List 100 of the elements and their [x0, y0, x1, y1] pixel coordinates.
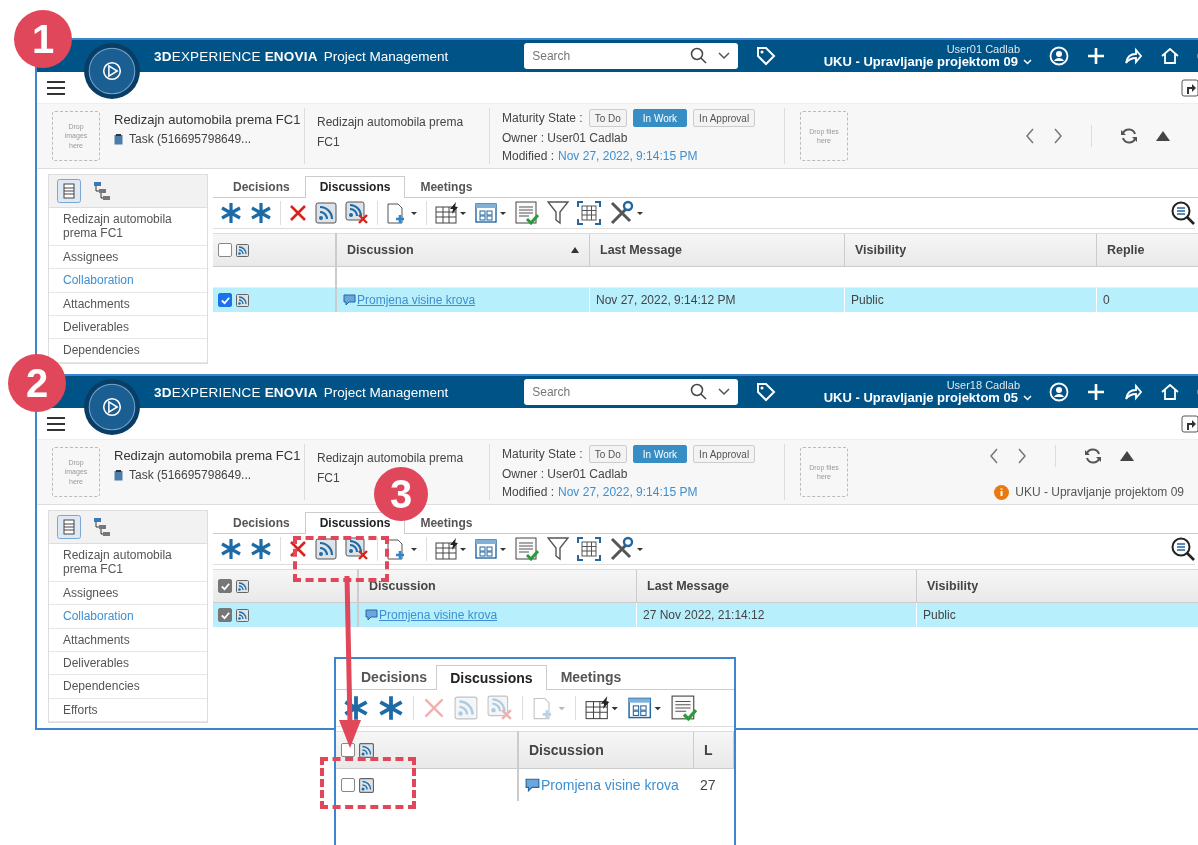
search-icon[interactable] — [690, 383, 709, 401]
open-window-icon[interactable] — [1181, 78, 1198, 97]
list-view-icon[interactable] — [57, 515, 81, 539]
tab[interactable]: Discussions — [304, 176, 406, 198]
column-header[interactable]: Last Message — [590, 234, 845, 266]
tag-icon[interactable] — [756, 46, 777, 66]
table-row[interactable] — [213, 603, 357, 627]
tree-view-icon[interactable] — [93, 517, 111, 537]
sort-ascending-icon[interactable] — [571, 247, 579, 253]
table-edit-icon[interactable] — [435, 201, 467, 225]
search-list-icon[interactable] — [1171, 537, 1195, 561]
state-button[interactable]: In Approval — [693, 109, 756, 127]
delete-icon[interactable] — [289, 540, 307, 558]
search-field[interactable]: Search — [524, 379, 739, 405]
menu-icon[interactable] — [47, 79, 65, 96]
rss-remove-icon[interactable] — [345, 537, 369, 561]
profile-icon[interactable] — [1049, 46, 1069, 66]
column-header[interactable]: Last Message — [637, 570, 917, 602]
compass-icon[interactable] — [83, 42, 141, 100]
checkbox[interactable] — [341, 743, 355, 757]
select-all-icon[interactable] — [577, 537, 601, 561]
sidebar-item[interactable]: Redizajn automobila prema FC1 — [49, 544, 207, 582]
collapse-icon[interactable] — [1156, 131, 1170, 141]
state-button[interactable]: To Do — [588, 109, 627, 127]
new-document-icon[interactable] — [386, 201, 418, 225]
tab[interactable]: Discussions — [436, 665, 547, 690]
state-button[interactable]: In Work — [632, 445, 688, 463]
list-view-icon[interactable] — [57, 179, 81, 203]
tab[interactable]: Decisions — [218, 176, 305, 197]
asterisk-icon[interactable] — [250, 538, 272, 560]
tab[interactable]: Decisions — [218, 512, 305, 533]
workspace-selector[interactable]: UKU - Upravljanje projektom 05 — [823, 390, 1018, 406]
previous-icon[interactable] — [989, 447, 999, 464]
next-icon[interactable] — [1053, 128, 1063, 144]
checkbox[interactable] — [218, 243, 232, 257]
tab[interactable]: Decisions — [350, 664, 437, 689]
state-button[interactable]: To Do — [588, 445, 627, 463]
rss-icon[interactable] — [315, 202, 337, 224]
column-header[interactable]: Discussion — [359, 570, 637, 602]
sidebar-item[interactable]: Deliverables — [49, 315, 207, 340]
tab[interactable]: Meetings — [405, 176, 488, 197]
checkbox[interactable] — [218, 579, 232, 593]
column-header[interactable]: L — [694, 732, 734, 768]
rss-icon[interactable] — [315, 538, 337, 560]
search-list-icon[interactable] — [1171, 201, 1195, 225]
table-row[interactable] — [213, 288, 335, 312]
rss-remove-icon[interactable] — [345, 201, 369, 225]
column-header[interactable]: Discussion — [519, 732, 694, 768]
plus-icon[interactable] — [1086, 46, 1106, 66]
profile-icon[interactable] — [1049, 382, 1069, 402]
sidebar-item[interactable]: Dependencies — [49, 675, 207, 699]
home-icon[interactable] — [1160, 382, 1180, 402]
tab[interactable]: Meetings — [546, 664, 636, 689]
grid-view-icon[interactable] — [475, 202, 507, 224]
search-icon[interactable] — [690, 47, 709, 65]
search-field[interactable]: Search — [524, 43, 739, 69]
grid-view-icon[interactable] — [475, 538, 507, 560]
sidebar-item[interactable]: Assignees — [49, 245, 207, 270]
refresh-icon[interactable] — [1120, 127, 1138, 145]
sidebar-item[interactable]: Collaboration — [49, 605, 207, 629]
share-icon[interactable] — [1123, 382, 1143, 402]
state-button[interactable]: In Work — [632, 109, 688, 127]
asterisk-icon[interactable] — [220, 538, 242, 560]
tools-icon[interactable] — [609, 200, 643, 226]
checkbox[interactable] — [218, 293, 232, 307]
chevron-icon[interactable] — [718, 388, 731, 396]
workspace-selector[interactable]: UKU - Upravljanje projektom 09 — [823, 54, 1018, 70]
sidebar-item[interactable]: Assignees — [49, 581, 207, 606]
next-icon[interactable] — [1017, 447, 1027, 464]
tab[interactable]: Discussions — [304, 512, 406, 534]
tree-view-icon[interactable] — [93, 181, 111, 201]
state-button[interactable]: In Approval — [693, 445, 756, 463]
filter-icon[interactable] — [547, 201, 569, 225]
column-header[interactable]: Discussion — [337, 234, 590, 266]
column-header[interactable]: Visibility — [845, 234, 1097, 266]
sidebar-item[interactable]: Attachments — [49, 628, 207, 652]
open-window-icon[interactable] — [1181, 414, 1198, 433]
home-icon[interactable] — [1160, 46, 1180, 66]
menu-icon[interactable] — [47, 415, 65, 432]
previous-icon[interactable] — [1025, 128, 1035, 144]
share-icon[interactable] — [1123, 46, 1143, 66]
sidebar-item[interactable]: Redizajn automobila prema FC1 — [49, 208, 207, 246]
compass-icon[interactable] — [83, 378, 141, 436]
delete-icon[interactable] — [289, 204, 307, 222]
sidebar-item[interactable]: Deliverables — [49, 651, 207, 676]
column-header[interactable]: Replie — [1097, 234, 1198, 266]
collapse-icon[interactable] — [1120, 450, 1134, 461]
column-header[interactable]: Visibility — [917, 570, 1198, 602]
sidebar-item[interactable]: Attachments — [49, 292, 207, 316]
table-edit-icon[interactable] — [435, 537, 467, 561]
tools-icon[interactable] — [609, 536, 643, 562]
filter-icon[interactable] — [547, 537, 569, 561]
select-all-icon[interactable] — [577, 201, 601, 225]
chevron-icon[interactable] — [718, 52, 731, 60]
refresh-icon[interactable] — [1084, 446, 1102, 465]
asterisk-icon[interactable] — [250, 202, 272, 224]
checklist-icon[interactable] — [515, 537, 539, 561]
asterisk-icon[interactable] — [220, 202, 242, 224]
plus-icon[interactable] — [1086, 382, 1106, 402]
sidebar-item[interactable]: Collaboration — [49, 269, 207, 293]
